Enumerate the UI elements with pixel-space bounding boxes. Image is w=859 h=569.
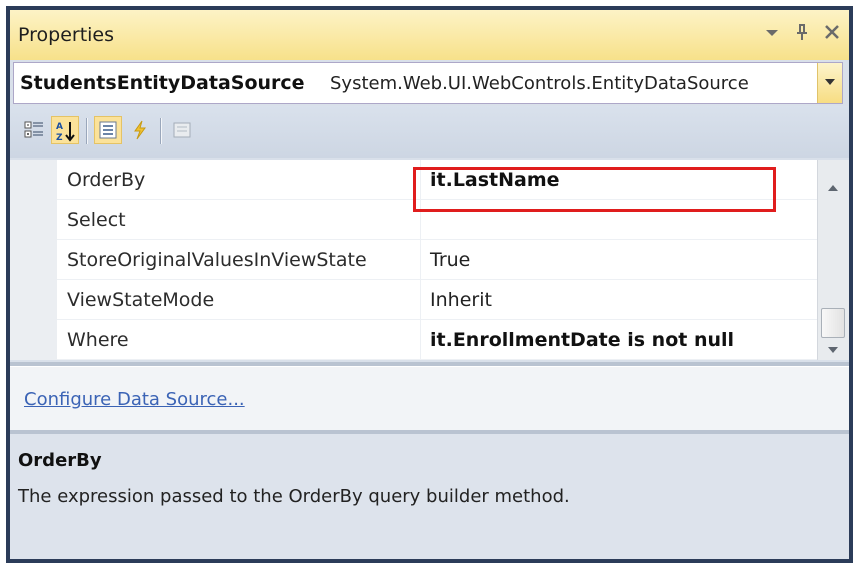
description-text: The expression passed to the OrderBy que…: [18, 486, 570, 507]
property-value-field[interactable]: it.EnrollmentDate is not null: [430, 329, 734, 351]
alphabetical-sort-icon: A Z: [56, 122, 75, 142]
scroll-up-arrow-icon[interactable]: [827, 184, 839, 192]
scrollbar-thumb[interactable]: [821, 308, 845, 338]
property-name: ViewStateMode: [67, 289, 215, 311]
window-title: Properties: [18, 24, 115, 46]
close-icon[interactable]: [823, 22, 841, 47]
dropdown-arrow-icon[interactable]: [763, 22, 781, 47]
property-name: Select: [67, 209, 126, 231]
property-name: StoreOriginalValuesInViewState: [67, 249, 367, 271]
property-value-field[interactable]: True: [430, 249, 470, 271]
pin-icon[interactable]: [793, 22, 811, 47]
object-selector[interactable]: StudentsEntityDataSource System.Web.UI.W…: [13, 62, 843, 104]
window-frame: Properties StudentsEntityDataSource Syst…: [6, 6, 853, 563]
properties-toolbar: A Z: [10, 106, 849, 158]
properties-panel: Properties StudentsEntityDataSource Syst…: [10, 10, 849, 559]
description-title: OrderBy: [18, 450, 102, 471]
object-type: System.Web.UI.WebControls.EntityDataSour…: [330, 73, 749, 94]
chevron-down-icon: [825, 79, 835, 85]
commands-pane: Configure Data Source...: [10, 366, 849, 431]
property-row-where[interactable]: Where it.EnrollmentDate is not null: [57, 320, 817, 360]
svg-text:Z: Z: [56, 133, 63, 142]
svg-text:A: A: [56, 122, 63, 132]
title-bar[interactable]: Properties: [10, 10, 849, 60]
property-grid-gutter: [10, 160, 57, 360]
property-value-field[interactable]: Inherit: [430, 289, 492, 311]
description-pane: OrderBy The expression passed to the Ord…: [10, 434, 849, 559]
categorized-icon: [24, 121, 43, 138]
categorized-button[interactable]: [20, 116, 48, 144]
object-name: StudentsEntityDataSource: [20, 72, 305, 94]
property-row-storeoriginalvaluesinviewstate[interactable]: StoreOriginalValuesInViewState True: [57, 240, 817, 280]
object-selector-dropdown-button[interactable]: [817, 63, 842, 103]
vertical-scrollbar[interactable]: [817, 160, 849, 360]
property-name: Where: [67, 329, 129, 351]
properties-icon: [99, 121, 117, 139]
events-lightning-icon: [134, 120, 146, 140]
events-button[interactable]: [126, 116, 154, 144]
configure-data-source-link[interactable]: Configure Data Source...: [24, 389, 245, 410]
highlight-annotation-box: [413, 167, 776, 212]
property-name: OrderBy: [67, 169, 146, 191]
scroll-down-arrow-icon[interactable]: [827, 346, 839, 354]
properties-button[interactable]: [94, 116, 122, 144]
property-pages-icon: [173, 122, 191, 138]
alphabetical-button[interactable]: A Z: [51, 116, 79, 144]
toolbar-separator: [160, 118, 162, 144]
property-pages-button[interactable]: [168, 116, 196, 144]
property-row-viewstatemode[interactable]: ViewStateMode Inherit: [57, 280, 817, 320]
window-controls: [763, 22, 841, 47]
toolbar-separator: [86, 118, 88, 144]
